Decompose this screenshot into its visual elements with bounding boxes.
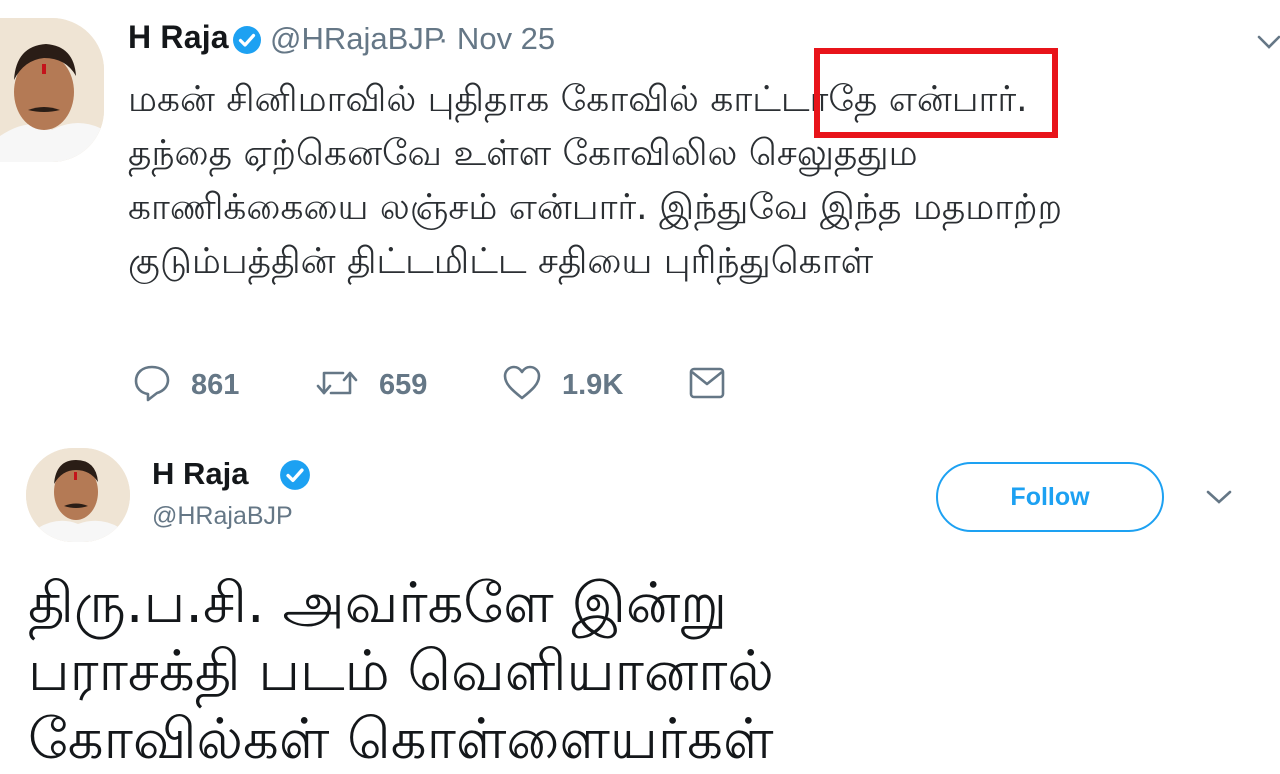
tweet-text: மகன் சினிமாவில் புதிதாக கோவில் காட்டாதே …: [128, 73, 1268, 289]
direct-message-icon: [688, 363, 726, 407]
reply-button[interactable]: 861: [133, 360, 239, 410]
verified-icon: [279, 459, 311, 495]
chevron-down-icon[interactable]: [1257, 34, 1280, 54]
tweet-text-line: திரு.ப.சி. அவர்களே இன்று: [28, 571, 728, 636]
author-name[interactable]: H Raja: [152, 456, 248, 492]
avatar[interactable]: [0, 18, 104, 162]
retweet-button[interactable]: 659: [315, 360, 427, 410]
retweet-count: 659: [379, 368, 428, 401]
tweet-text-line: பராசக்தி படம் வெளியானால்: [28, 639, 774, 704]
follow-button[interactable]: Follow: [936, 462, 1164, 532]
reply-count: 861: [191, 368, 240, 401]
tweet-text-line: குடும்பத்தின் திட்டமிட்ட சதியை புரிந்துக…: [128, 241, 874, 282]
chevron-down-icon[interactable]: [1206, 489, 1232, 509]
retweet-icon: [315, 363, 359, 407]
like-count: 1.9K: [562, 368, 624, 401]
highlight-box: [814, 48, 1058, 138]
author-handle[interactable]: @HRajaBJP: [152, 502, 293, 531]
like-button[interactable]: 1.9K: [502, 360, 623, 410]
tweet-text-line: தந்தை ஏற்கெனவே உள்ள கோவிலில செலுததும: [128, 133, 918, 174]
avatar[interactable]: [26, 448, 130, 542]
reply-icon: [133, 363, 171, 407]
like-icon: [502, 363, 542, 407]
verified-icon: [232, 25, 262, 59]
author-handle[interactable]: @HRajaBJP: [270, 21, 444, 57]
tweet-date[interactable]: · Nov 25: [438, 21, 555, 57]
direct-message-button[interactable]: [688, 360, 726, 410]
author-name[interactable]: H Raja: [128, 19, 229, 56]
tweet-text-line: மகன் சினிமாவில் புதிதாக கோவில் காட்டாதே …: [128, 79, 1028, 120]
tweet-text-line: கோவில்கள் கொள்ளையர்கள்: [28, 707, 774, 772]
tweet-text: திரு.ப.சி. அவர்களே இன்று பராசக்தி படம் வ…: [28, 570, 1268, 774]
tweet-text-line: காணிக்கையை லஞ்சம் என்பார். இந்துவே இந்த …: [128, 187, 1063, 228]
